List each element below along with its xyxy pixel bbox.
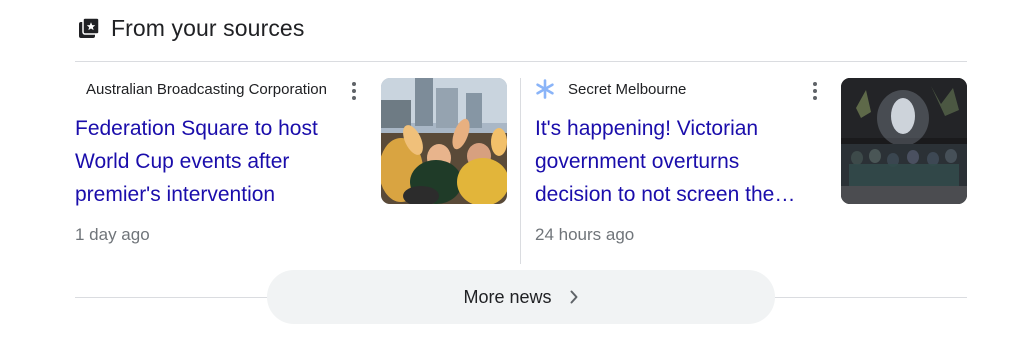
more-news-rule-left <box>75 297 270 298</box>
chevron-right-icon <box>570 290 578 304</box>
news-sources-icon <box>79 17 100 38</box>
asterisk-logo-icon <box>536 79 554 99</box>
section-title: From your sources <box>111 14 305 41</box>
more-options-icon[interactable] <box>346 80 362 102</box>
more-options-icon[interactable] <box>807 80 823 102</box>
article-headline-link[interactable]: Federation Square to host World Cup even… <box>75 112 360 211</box>
article-thumbnail[interactable] <box>381 78 507 204</box>
headline-text: It's happening! Victorian government ove… <box>535 117 796 206</box>
section-header: From your sources <box>78 12 304 44</box>
news-card[interactable]: Secret Melbourne It's happening! Victori… <box>535 62 967 264</box>
card-divider <box>520 78 521 264</box>
article-timestamp: 24 hours ago <box>535 225 635 244</box>
more-news-rule-right <box>773 297 967 298</box>
source-row: Australian Broadcasting Corporation <box>75 78 365 100</box>
article-thumbnail[interactable] <box>841 78 967 204</box>
article-headline-link[interactable]: It's happening! Victorian government ove… <box>535 112 815 211</box>
more-news-label: More news <box>463 286 552 307</box>
source-row: Secret Melbourne <box>535 78 825 100</box>
source-name: Secret Melbourne <box>568 80 687 98</box>
article-timestamp: 1 day ago <box>75 225 150 244</box>
news-card[interactable]: Australian Broadcasting Corporation Fede… <box>75 62 507 264</box>
source-name: Australian Broadcasting Corporation <box>86 80 327 98</box>
more-news-button[interactable]: More news <box>267 270 775 324</box>
headline-text: Federation Square to host World Cup even… <box>75 117 318 206</box>
